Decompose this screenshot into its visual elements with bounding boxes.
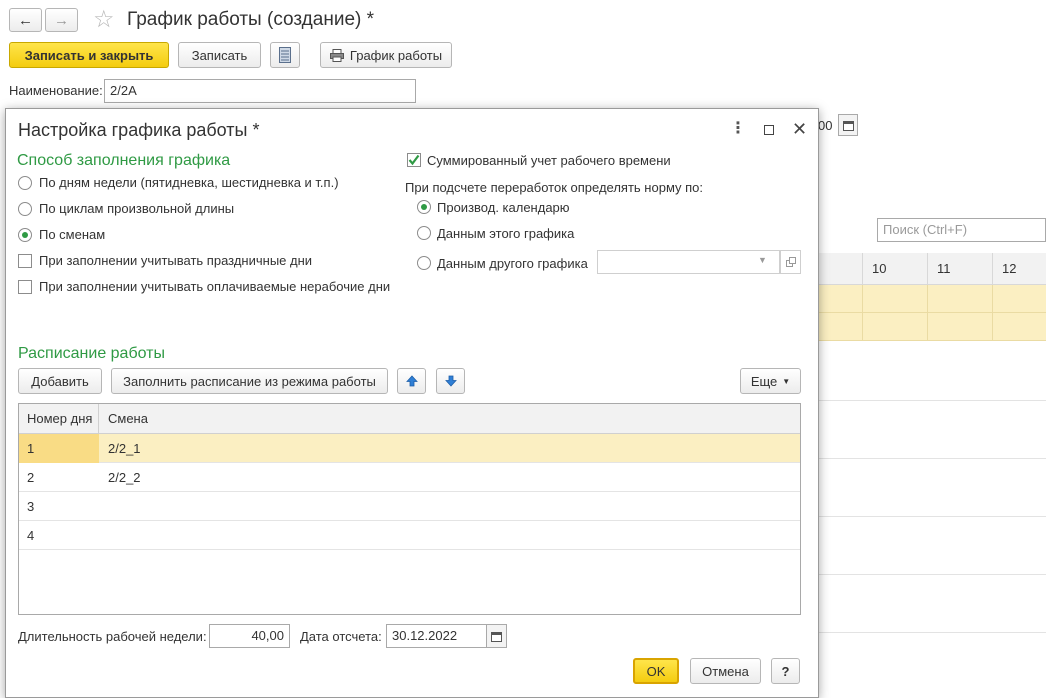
holidays-checkbox-label: При заполнении учитывать праздничные дни bbox=[39, 253, 313, 268]
grid-line bbox=[818, 400, 1046, 401]
start-date-label: Дата отсчета: bbox=[300, 629, 382, 644]
schedule-section-title: Расписание работы bbox=[18, 345, 165, 362]
fill-option-cycles-label: По циклам произвольной длины bbox=[39, 201, 235, 216]
close-icon[interactable]: ✕ bbox=[792, 118, 807, 140]
shift-cell: 2/2_2 bbox=[108, 470, 141, 485]
search-input[interactable]: Поиск (Ctrl+F) bbox=[877, 218, 1046, 242]
page-title: График работы (создание) * bbox=[127, 9, 375, 30]
move-down-button[interactable] bbox=[436, 368, 465, 394]
table-row[interactable]: 4 bbox=[19, 521, 800, 550]
norm-other-schedule-label: Данным другого графика bbox=[437, 256, 588, 271]
day-cell: 3 bbox=[27, 499, 35, 514]
norm-this-schedule-radio[interactable] bbox=[417, 226, 431, 240]
shift-cell: 2/2_1 bbox=[108, 441, 141, 456]
norm-label: При подсчете переработок определять норм… bbox=[405, 180, 704, 195]
norm-other-schedule-radio[interactable] bbox=[417, 256, 431, 270]
grid-line bbox=[818, 632, 1046, 633]
arrow-right-icon: → bbox=[54, 11, 69, 29]
fill-option-cycles-radio[interactable] bbox=[18, 202, 32, 216]
add-button[interactable]: Добавить bbox=[18, 368, 102, 394]
shift-cell bbox=[100, 521, 400, 550]
holidays-checkbox[interactable] bbox=[18, 254, 32, 268]
partial-value: 00 bbox=[818, 118, 833, 133]
schedule-print-label: График работы bbox=[349, 47, 443, 63]
ok-button[interactable]: OK bbox=[633, 658, 679, 684]
chevron-down-icon[interactable]: ▼ bbox=[758, 255, 767, 265]
column-header-shift[interactable]: Смена bbox=[100, 404, 400, 434]
chevron-down-icon: ▼ bbox=[782, 376, 791, 386]
schedule-table: Номер дня Смена 1 2/2_1 2 2/2_2 3 4 bbox=[18, 403, 801, 615]
help-button[interactable]: ? bbox=[771, 658, 800, 684]
document-list-icon bbox=[279, 47, 291, 63]
start-date-field[interactable]: 30.12.2022 bbox=[386, 624, 487, 648]
checkmark-icon bbox=[408, 154, 420, 166]
grid-col-10: 10 bbox=[862, 253, 927, 285]
arrow-down-icon bbox=[444, 375, 457, 387]
printer-icon bbox=[329, 48, 344, 62]
calendar-button-bg[interactable] bbox=[838, 114, 858, 136]
paid-nonwork-checkbox-label: При заполнении учитывать оплачиваемые не… bbox=[39, 279, 391, 294]
name-label: Наименование: bbox=[9, 83, 103, 98]
other-schedule-select[interactable] bbox=[597, 250, 780, 274]
norm-calendar-label: Производ. календарю bbox=[437, 200, 570, 215]
grid-row-yellow-2 bbox=[818, 313, 1046, 341]
column-header-day[interactable]: Номер дня bbox=[19, 404, 99, 434]
table-row[interactable]: 1 2/2_1 bbox=[19, 434, 800, 463]
more-actions-icon[interactable]: ⋮ bbox=[730, 119, 746, 139]
paid-nonwork-checkbox[interactable] bbox=[18, 280, 32, 294]
day-cell: 2 bbox=[27, 470, 35, 485]
cancel-button[interactable]: Отмена bbox=[690, 658, 761, 684]
favorite-star-icon[interactable]: ☆ bbox=[93, 6, 115, 34]
grid-vline-3 bbox=[992, 285, 993, 341]
grid-col-12: 12 bbox=[992, 253, 1046, 285]
grid-vline-2 bbox=[927, 285, 928, 341]
fill-option-weekdays-radio[interactable] bbox=[18, 176, 32, 190]
calendar-icon bbox=[491, 631, 502, 642]
arrow-up-icon bbox=[405, 375, 418, 387]
date-picker-button[interactable] bbox=[486, 624, 507, 648]
fill-option-weekdays-label: По дням недели (пятидневка, шестидневка … bbox=[39, 175, 339, 190]
norm-calendar-radio[interactable] bbox=[417, 200, 431, 214]
schedule-settings-dialog: Настройка графика работы * ⋮ ✕ Способ за… bbox=[5, 108, 819, 698]
grid-vline-1 bbox=[862, 285, 863, 341]
grid-line bbox=[818, 516, 1046, 517]
save-button[interactable]: Записать bbox=[178, 42, 261, 68]
arrow-left-icon: ← bbox=[18, 11, 33, 29]
day-cell: 4 bbox=[27, 528, 35, 543]
open-link-button[interactable] bbox=[780, 250, 801, 274]
forward-button[interactable]: → bbox=[45, 8, 78, 32]
more-button[interactable]: Еще ▼ bbox=[740, 368, 801, 394]
calendar-icon bbox=[842, 120, 854, 131]
shift-cell bbox=[100, 492, 400, 521]
report-list-button[interactable] bbox=[270, 42, 300, 68]
schedule-print-button[interactable]: График работы bbox=[320, 42, 452, 68]
fill-method-title: Способ заполнения графика bbox=[17, 152, 231, 169]
grid-line bbox=[818, 458, 1046, 459]
dialog-title: Настройка графика работы * bbox=[18, 120, 260, 140]
move-up-button[interactable] bbox=[397, 368, 426, 394]
table-header: Номер дня Смена bbox=[19, 404, 800, 434]
grid-row-yellow-1 bbox=[818, 285, 1046, 313]
summary-accounting-checkbox[interactable] bbox=[407, 153, 421, 167]
week-length-label: Длительность рабочей недели: bbox=[18, 629, 207, 644]
table-row[interactable]: 3 bbox=[19, 492, 800, 521]
save-and-close-button[interactable]: Записать и закрыть bbox=[9, 42, 169, 68]
summary-accounting-label: Суммированный учет рабочего времени bbox=[427, 153, 671, 168]
fill-from-mode-button[interactable]: Заполнить расписание из режима работы bbox=[111, 368, 388, 394]
fill-option-shifts-label: По сменам bbox=[39, 227, 106, 242]
day-cell: 1 bbox=[19, 434, 99, 463]
grid-line bbox=[818, 574, 1046, 575]
grid-col-11: 11 bbox=[927, 253, 992, 285]
name-field[interactable]: 2/2А bbox=[104, 79, 416, 103]
back-button[interactable]: ← bbox=[9, 8, 42, 32]
norm-this-schedule-label: Данным этого графика bbox=[437, 226, 575, 241]
open-link-icon bbox=[785, 257, 796, 267]
maximize-icon[interactable] bbox=[764, 125, 774, 135]
fill-option-shifts-radio[interactable] bbox=[18, 228, 32, 242]
table-row[interactable]: 2 2/2_2 bbox=[19, 463, 800, 492]
more-button-label: Еще bbox=[750, 373, 778, 389]
week-length-field[interactable]: 40,00 bbox=[209, 624, 290, 648]
